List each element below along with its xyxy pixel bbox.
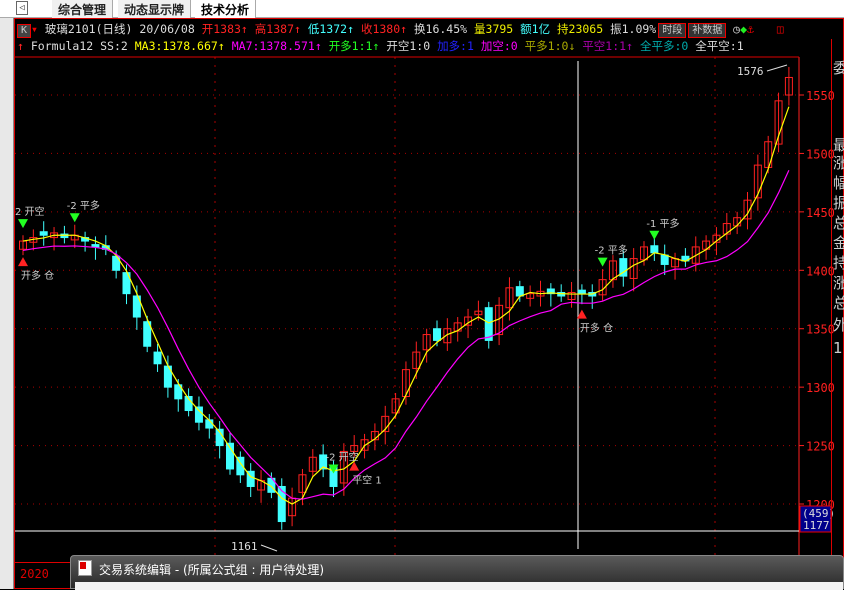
detail-label: 总 xyxy=(833,294,844,312)
left-sidebar-strip xyxy=(0,18,14,589)
candle-body xyxy=(277,485,286,523)
signal-label: -2 平多 xyxy=(67,199,100,212)
volume: 量3795 xyxy=(474,22,514,36)
detail-label: 1 xyxy=(833,339,843,357)
open-interest: 持23065 xyxy=(557,22,604,36)
detail-label: 涨 xyxy=(833,274,844,292)
detail-label: 幅 xyxy=(833,174,844,192)
amount: 额1亿 xyxy=(520,22,551,36)
detail-label: 委 xyxy=(833,59,844,77)
window-title: 交易系统编辑 - (所属公式组 : 用户待处理) xyxy=(99,563,324,577)
chart-panel: 1550 1500 1450 1400 1350 1300 1250 1200 (459) 117… xyxy=(14,18,844,590)
close-all-long-count: 全平多:0 xyxy=(639,39,689,53)
ma3-value: MA3:1378.667 xyxy=(134,39,218,53)
tab-comprehensive[interactable]: 综合管理 xyxy=(52,0,114,18)
candle-body xyxy=(91,244,100,248)
signal-arrow-up-icon xyxy=(18,257,28,267)
candle-body xyxy=(433,328,441,341)
year-label: 2020 xyxy=(20,567,49,581)
candle-body xyxy=(650,245,659,254)
period-dropdown-icon[interactable]: ▾ xyxy=(31,22,38,36)
min-pointer xyxy=(260,544,278,552)
signal-arrow-down-icon xyxy=(649,230,660,240)
quote-detail-panel: 委最涨幅振总金持涨总外1 xyxy=(831,39,844,590)
signal-label: -1 平多 xyxy=(646,217,679,230)
signal-arrow-down-icon xyxy=(597,257,608,267)
period-button[interactable]: 时段 xyxy=(658,23,687,38)
open-long-count: 开多1:1 xyxy=(328,39,373,53)
candle-body xyxy=(153,351,162,365)
close-short-count: 平空1:1 xyxy=(582,39,627,53)
candle-body xyxy=(660,254,669,265)
indicator-arrow-icon: ↑ xyxy=(17,39,24,53)
ma7-value: MA7:1378.571 xyxy=(231,39,315,53)
close-long-count: 平多1:0 xyxy=(524,39,569,53)
tab-bar: ◁ 综合管理 动态显示牌 技术分析 xyxy=(0,0,844,18)
signal-label: 开多 仓 xyxy=(21,269,54,282)
candle-body xyxy=(577,289,586,295)
max-price-label: 1576 xyxy=(737,65,764,78)
cursor-price: 1177 xyxy=(803,519,830,532)
tab-scroll-left-button[interactable]: ◁ xyxy=(16,1,28,15)
quote-header: K ▾ 玻璃2101(日线) 20/06/08 开1383↑ 高1387↑ 低13… xyxy=(17,21,784,38)
detail-label: 外 xyxy=(833,316,844,334)
signal-label: 2 开空 xyxy=(15,205,45,218)
signal-arrow-down-icon xyxy=(18,219,28,229)
date-label: 20/06/08 xyxy=(139,22,195,36)
low-price: 低1372 xyxy=(307,22,348,36)
candle-body xyxy=(515,286,524,297)
open-short-count: 开空1:0 xyxy=(386,39,431,53)
signal-label: -2 开空 xyxy=(326,450,359,463)
min-price-label: 1161 xyxy=(231,540,258,553)
formula-name[interactable]: Formula12 SS:2 xyxy=(31,39,128,53)
layout-toggle-icon[interactable]: ◫ xyxy=(777,22,784,36)
pin-icon[interactable]: ⚓ xyxy=(747,22,754,36)
candle-body xyxy=(194,406,203,423)
detail-label: 总 xyxy=(833,214,844,232)
add-short-count: 加空:0 xyxy=(480,39,518,53)
high-price: 高1387 xyxy=(254,22,294,36)
max-pointer xyxy=(766,64,788,72)
signal-arrow-down-icon xyxy=(69,213,80,223)
detail-label: 涨 xyxy=(833,154,844,172)
close-price: 收1380 xyxy=(360,22,401,36)
open-price: 开1383 xyxy=(201,22,241,36)
candlestick-chart[interactable]: 15501500145014001350130012501200(459)117… xyxy=(15,19,844,590)
k-period-button[interactable]: K xyxy=(17,24,32,38)
symbol-label: 玻璃2101(日线) xyxy=(44,22,133,36)
close-all-short-count: 全平空:1 xyxy=(695,39,744,53)
signal-label: 开多 仓 xyxy=(580,322,613,335)
detail-label: 金 xyxy=(833,234,844,252)
signal-label: -2 平多 xyxy=(595,244,628,257)
time-axis: 2020 xyxy=(14,562,74,589)
turnover-rate: 换16.45% xyxy=(414,22,468,36)
detail-label: 持 xyxy=(833,254,844,272)
signal-label: 平空 1 xyxy=(352,474,382,487)
indicator-legend: ↑ Formula12 SS:2 MA3:1378.667↑ MA7:1378.… xyxy=(17,39,744,53)
amplitude: 振1.09% xyxy=(610,22,657,36)
candle-body xyxy=(39,231,48,236)
fill-data-button[interactable]: 补数据 xyxy=(688,23,727,38)
add-long-count: 加多:1 xyxy=(437,39,474,53)
diamond-icon[interactable]: ◆ xyxy=(740,22,747,36)
candle-body xyxy=(484,307,493,341)
tab-dynamic-board[interactable]: 动态显示牌 xyxy=(118,0,192,18)
tab-technical-analysis[interactable]: 技术分析 xyxy=(195,0,257,18)
detail-label: 振 xyxy=(833,194,844,212)
document-icon xyxy=(78,560,92,576)
trading-system-editor-window[interactable]: 交易系统编辑 - (所属公式组 : 用户待处理) xyxy=(70,555,844,590)
